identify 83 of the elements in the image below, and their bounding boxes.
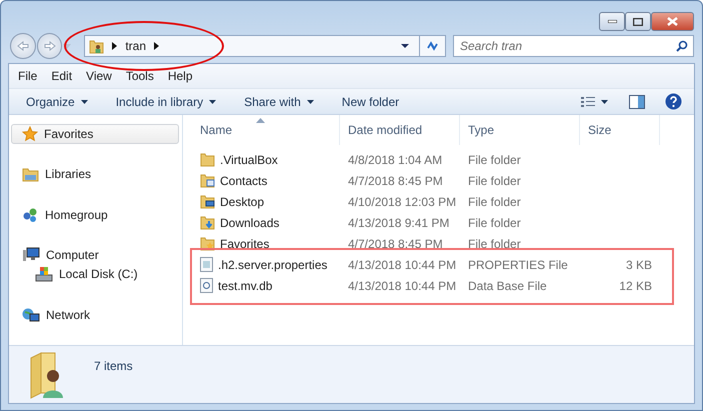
item-count: 7 items <box>94 359 133 373</box>
file-icon <box>200 257 213 272</box>
dropdown-icon[interactable] <box>401 44 410 48</box>
file-type: File folder <box>468 152 521 166</box>
maximize-button[interactable] <box>625 12 651 31</box>
contacts-folder-icon <box>200 173 215 188</box>
view-options-icon[interactable] <box>581 96 609 108</box>
close-button[interactable] <box>651 12 694 31</box>
breadcrumb-arrow-icon[interactable] <box>154 42 159 50</box>
menu-item[interactable]: File <box>11 69 44 83</box>
column-header[interactable]: Name <box>192 115 340 145</box>
library-icon <box>22 166 39 182</box>
breadcrumb[interactable]: tran <box>125 39 146 53</box>
column-header[interactable]: Date modified <box>340 115 460 145</box>
caret-icon <box>306 100 314 104</box>
toolbar-button[interactable]: New folder <box>334 94 406 108</box>
close-icon <box>667 17 678 26</box>
date-modified: 4/13/2018 9:41 PM <box>348 216 450 230</box>
back-button[interactable] <box>10 33 36 59</box>
breadcrumb-arrow-icon[interactable] <box>112 42 118 50</box>
date-modified: 4/10/2018 12:03 PM <box>348 194 456 208</box>
minimize-icon <box>608 20 616 23</box>
file-name[interactable]: Desktop <box>220 194 264 208</box>
sort-arrow-icon <box>256 118 265 123</box>
search-icon <box>676 40 688 52</box>
address-bar[interactable]: tran <box>84 35 420 57</box>
menu-item[interactable]: Edit <box>44 69 80 83</box>
nav-item[interactable]: Favorites <box>11 124 179 144</box>
column-header[interactable]: Size <box>580 115 660 145</box>
file-name[interactable]: .VirtualBox <box>220 152 278 166</box>
menu-item[interactable]: Tools <box>118 69 161 83</box>
caret-icon <box>209 100 216 104</box>
date-modified: 4/13/2018 10:44 PM <box>348 278 456 292</box>
menu-item[interactable]: View <box>79 69 119 83</box>
maximize-icon <box>633 18 643 26</box>
history-dropdown-icon[interactable] <box>63 44 72 48</box>
nav-item[interactable]: Local Disk (C:) <box>11 264 179 285</box>
forward-button[interactable] <box>36 33 62 59</box>
database-file-icon <box>200 278 213 293</box>
folder-icon <box>200 152 215 167</box>
file-type: File folder <box>468 236 521 250</box>
date-modified: 4/7/2018 8:45 PM <box>348 236 443 250</box>
minimize-button[interactable] <box>599 12 625 31</box>
toolbar-button[interactable]: Include in library <box>108 94 224 108</box>
toolbar-button[interactable]: Organize <box>19 94 95 108</box>
file-name[interactable]: Favorites <box>220 236 270 250</box>
file-type: File folder <box>468 194 521 208</box>
date-modified: 4/13/2018 10:44 PM <box>348 258 456 272</box>
search-field[interactable]: Search tran <box>452 35 694 57</box>
caret-icon <box>80 100 88 104</box>
menu-item[interactable]: Help <box>160 69 200 83</box>
preview-pane-icon[interactable] <box>629 94 645 108</box>
user-folder-icon <box>89 38 104 54</box>
network-icon <box>22 306 40 323</box>
file-type: PROPERTIES File <box>468 258 568 272</box>
file-type: Data Base File <box>468 278 547 292</box>
file-name[interactable]: test.mv.db <box>218 278 272 292</box>
nav-item[interactable]: Network <box>11 304 179 325</box>
nav-item[interactable]: Homegroup <box>11 204 179 225</box>
disk-drive-icon <box>35 266 53 282</box>
nav-item[interactable]: Computer <box>11 244 179 266</box>
file-type: File folder <box>468 174 521 188</box>
refresh-icon <box>426 40 440 52</box>
date-modified: 4/8/2018 1:04 AM <box>348 152 442 166</box>
downloads-folder-icon <box>200 215 215 230</box>
computer-icon <box>22 247 40 264</box>
file-name[interactable]: .h2.server.properties <box>218 258 328 272</box>
star-icon <box>22 126 38 142</box>
file-size: 3 KB <box>626 258 652 272</box>
forward-arrow-icon <box>44 41 56 51</box>
refresh-button[interactable] <box>420 35 446 57</box>
file-size: 12 KB <box>619 278 652 292</box>
date-modified: 4/7/2018 8:45 PM <box>348 174 443 188</box>
column-header[interactable]: Type <box>460 115 580 145</box>
file-type: File folder <box>468 216 521 230</box>
file-name[interactable]: Downloads <box>220 216 280 230</box>
toolbar-button[interactable]: Share with <box>237 94 321 108</box>
help-icon[interactable] <box>665 93 682 110</box>
file-name[interactable]: Contacts <box>220 174 268 188</box>
nav-item[interactable]: Libraries <box>11 164 179 185</box>
desktop-folder-icon <box>200 194 215 209</box>
homegroup-icon <box>22 206 39 223</box>
back-arrow-icon <box>16 41 29 51</box>
